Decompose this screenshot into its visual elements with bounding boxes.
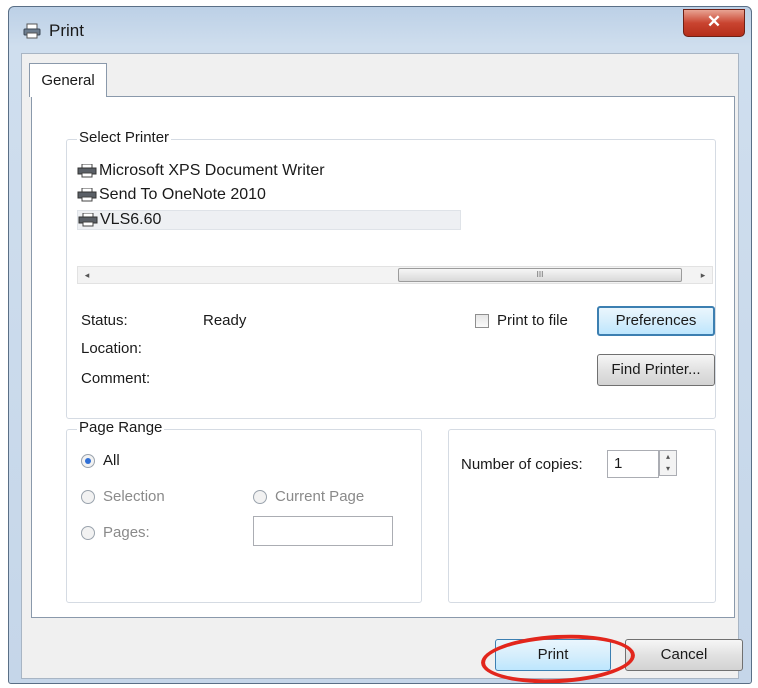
tab-general[interactable]: General — [29, 63, 107, 97]
scroll-grip-icon: III — [536, 270, 544, 279]
printer-name: Microsoft XPS Document Writer — [99, 162, 325, 179]
scroll-right-arrow-icon[interactable]: ▸ — [695, 268, 711, 282]
page-range-group: Page Range All Selection Current Page Pa… — [66, 419, 422, 603]
printer-icon — [78, 213, 98, 227]
general-tab-panel: Select Printer Microsoft XPS Document Wr… — [31, 96, 735, 618]
printer-icon — [77, 164, 97, 178]
current-page-radio[interactable] — [253, 490, 267, 504]
preferences-button[interactable]: Preferences — [597, 306, 715, 336]
find-printer-button[interactable]: Find Printer... — [597, 354, 715, 386]
scrollbar-thumb[interactable]: III — [398, 268, 682, 282]
printer-list-scrollbar[interactable]: ◂ III ▸ — [77, 266, 713, 284]
close-button[interactable]: ✕ — [683, 9, 745, 37]
printer-name: Send To OneNote 2010 — [99, 186, 266, 203]
cancel-button[interactable]: Cancel — [625, 639, 743, 671]
number-of-copies-label: Number of copies: — [461, 456, 583, 473]
printer-item-onenote[interactable]: Send To OneNote 2010 — [77, 186, 266, 204]
copies-input[interactable]: 1 — [607, 450, 659, 478]
status-label: Status: — [81, 312, 128, 329]
all-radio[interactable] — [81, 454, 95, 468]
pages-label[interactable]: Pages: — [103, 524, 150, 541]
printer-item-vls[interactable]: VLS6.60 — [77, 210, 461, 230]
print-to-file-checkbox[interactable] — [475, 314, 489, 328]
spin-up-icon[interactable]: ▴ — [660, 451, 676, 463]
location-label: Location: — [81, 340, 142, 357]
current-page-label[interactable]: Current Page — [275, 488, 364, 505]
printer-icon — [23, 23, 41, 39]
page-range-legend: Page Range — [77, 419, 165, 436]
select-printer-legend: Select Printer — [77, 129, 172, 146]
print-dialog: Print ✕ General Select Printer Microsoft… — [8, 6, 752, 684]
select-printer-group: Select Printer Microsoft XPS Document Wr… — [66, 129, 716, 419]
all-label[interactable]: All — [103, 452, 120, 469]
comment-label: Comment: — [81, 370, 151, 387]
spin-down-icon[interactable]: ▾ — [660, 463, 676, 475]
printer-item-xps[interactable]: Microsoft XPS Document Writer — [77, 162, 325, 180]
selection-label[interactable]: Selection — [103, 488, 165, 505]
scroll-left-arrow-icon[interactable]: ◂ — [79, 268, 95, 282]
copies-spinner[interactable]: ▴ ▾ — [659, 450, 677, 476]
window-title: Print — [49, 21, 84, 40]
printer-name: VLS6.60 — [100, 211, 162, 228]
selection-radio[interactable] — [81, 490, 95, 504]
title-bar[interactable]: Print ✕ — [9, 7, 751, 53]
close-icon: ✕ — [706, 12, 722, 31]
copies-group: Number of copies: 1 ▴ ▾ — [448, 429, 716, 603]
pages-radio[interactable] — [81, 526, 95, 540]
print-to-file-label[interactable]: Print to file — [497, 312, 568, 329]
pages-input[interactable] — [253, 516, 393, 546]
status-value: Ready — [203, 312, 247, 329]
print-button[interactable]: Print — [495, 639, 611, 671]
printer-icon — [77, 188, 97, 202]
